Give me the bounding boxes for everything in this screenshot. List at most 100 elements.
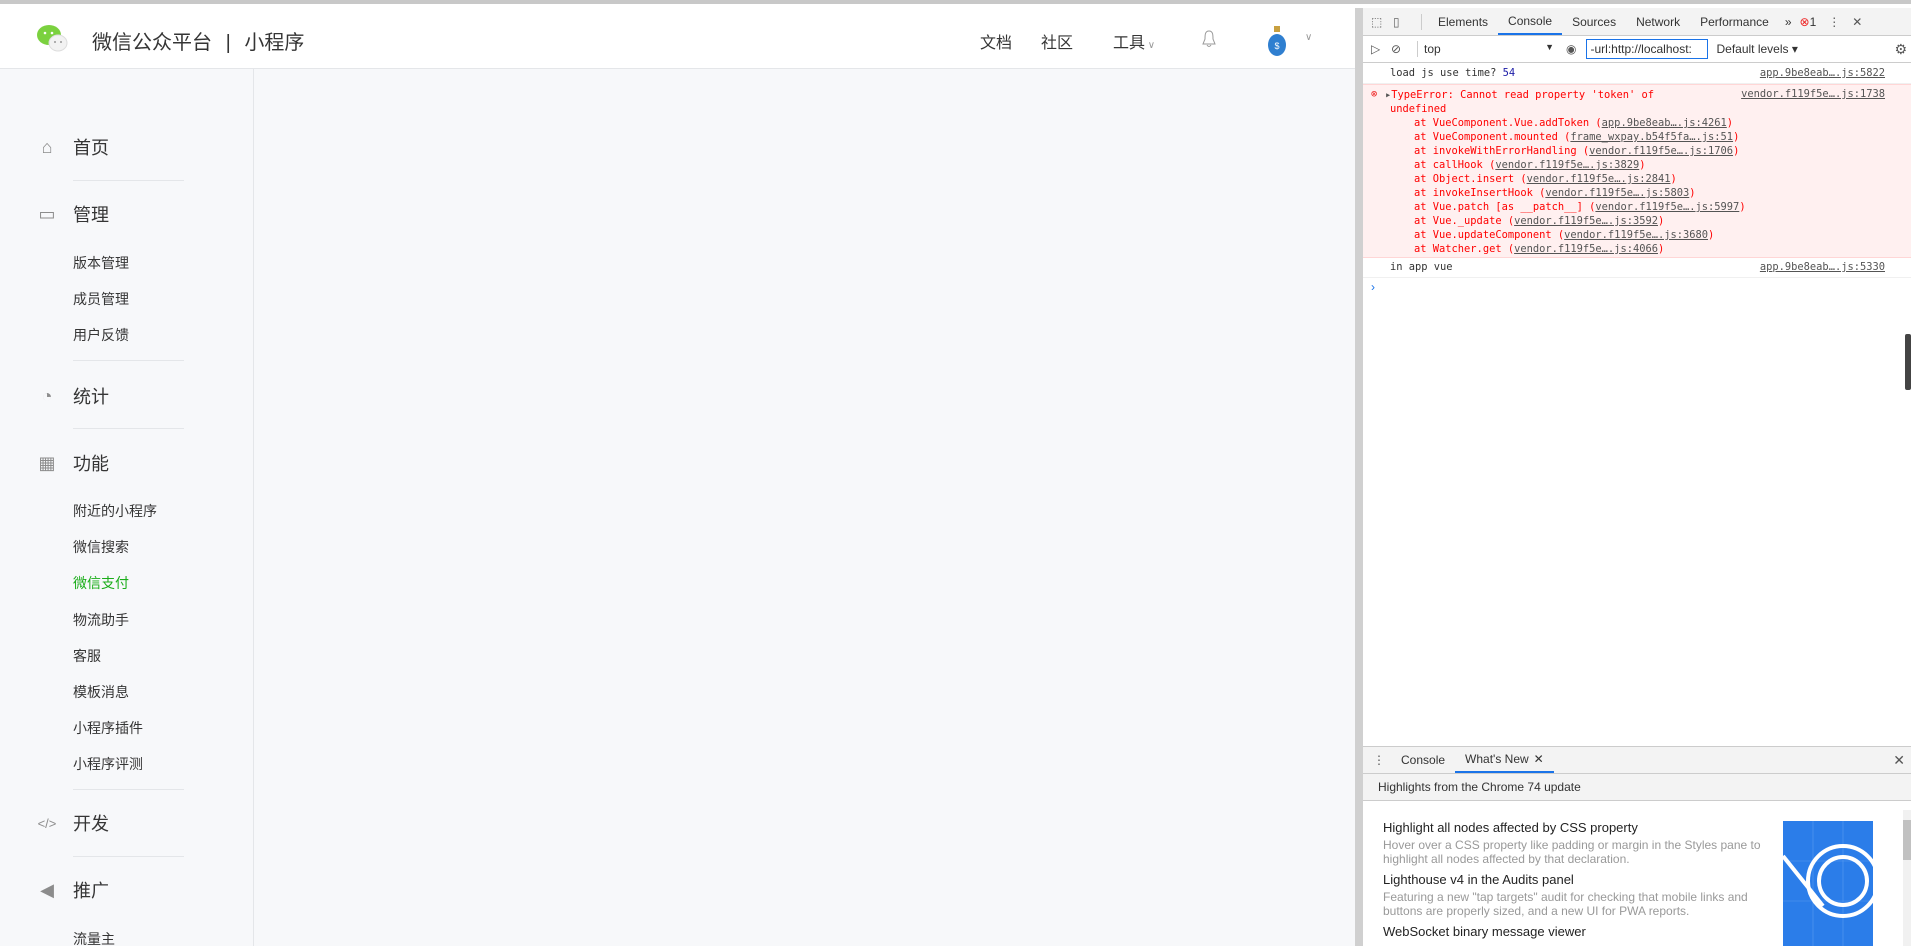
avatar[interactable]: $	[1266, 26, 1288, 56]
code-icon: </>	[37, 815, 57, 831]
pie-chart-icon: ◔	[41, 385, 53, 406]
source-link[interactable]: vendor.f119f5e….js:2841	[1527, 173, 1671, 185]
eye-icon[interactable]: ◉	[1566, 42, 1576, 56]
source-link[interactable]: vendor.f119f5e….js:5997	[1595, 201, 1739, 213]
source-link[interactable]: vendor.f119f5e….js:3680	[1564, 229, 1708, 241]
mp-admin-page: 微信公众平台 | 小程序 文档 社区 工具 ∨ $ ∨ ⌂ 首页 ▭ 管理版本管理成员…	[0, 8, 1363, 949]
clear-console-icon[interactable]: ⊘	[1391, 42, 1411, 56]
sidebar-section-1[interactable]: ▭ 管理	[36, 201, 109, 227]
context-select[interactable]: top ▼	[1424, 42, 1554, 56]
stack-frame: at Vue.updateComponent (vendor.f119f5e….…	[1414, 229, 1715, 241]
error-count-badge[interactable]: ⊗1	[1800, 15, 1817, 29]
page-scrollbar[interactable]	[1355, 8, 1363, 946]
sidebar-item[interactable]: 成员管理	[73, 289, 129, 309]
sidebar-item[interactable]: 微信支付	[73, 573, 129, 593]
nav-tools[interactable]: 工具 ∨	[1113, 29, 1155, 53]
whats-new-desc: Hover over a CSS property like padding o…	[1383, 838, 1761, 866]
whats-new-item[interactable]: Lighthouse v4 in the Audits panel Featuri…	[1383, 872, 1763, 918]
gear-icon[interactable]: ⚙	[1894, 41, 1907, 58]
sidebar-divider	[73, 856, 184, 857]
inspect-element-icon[interactable]: ⬚	[1371, 15, 1393, 29]
devtools-tab-elements[interactable]: Elements	[1428, 8, 1498, 35]
stack-frame: at Object.insert (vendor.f119f5e….js:284…	[1414, 173, 1677, 185]
devtools-tab-network[interactable]: Network	[1626, 8, 1690, 35]
sidebar-item[interactable]: 物流助手	[73, 610, 129, 630]
avatar-chevron-icon[interactable]: ∨	[1305, 32, 1312, 43]
sidebar-section-5[interactable]: ◀ 推广	[36, 877, 109, 903]
source-link[interactable]: vendor.f119f5e….js:1738	[1741, 88, 1885, 100]
source-link[interactable]: vendor.f119f5e….js:3829	[1495, 159, 1639, 171]
close-tab-icon[interactable]: ✕	[1534, 752, 1544, 766]
sidebar-item[interactable]: 版本管理	[73, 253, 129, 273]
console-log-row: load js use time? 54 app.9be8eab….js:582…	[1363, 63, 1911, 84]
kebab-menu-icon[interactable]: ⋮	[1828, 15, 1840, 29]
console-toolbar: ▷ ⊘ top ▼ ◉ -url:http://localhost: Defaul…	[1363, 36, 1911, 63]
source-link[interactable]: vendor.f119f5e….js:1706	[1589, 145, 1733, 157]
close-devtools-icon[interactable]: ✕	[1852, 15, 1862, 29]
drawer-scrollbar[interactable]	[1903, 810, 1911, 946]
console-prompt[interactable]: ›	[1371, 280, 1375, 294]
device-toolbar-icon[interactable]: ▯	[1393, 15, 1415, 29]
sidebar-section-4[interactable]: </> 开发	[36, 810, 109, 836]
sidebar-item[interactable]: 微信搜索	[73, 537, 129, 557]
drawer-tab-whats-new[interactable]: What's New ✕	[1455, 747, 1554, 773]
sidebar-item[interactable]: 模板消息	[73, 682, 129, 702]
filter-input[interactable]: -url:http://localhost:	[1586, 39, 1709, 59]
stack-frame: at invokeWithErrorHandling (vendor.f119f…	[1414, 145, 1740, 157]
sidebar-item[interactable]: 小程序插件	[73, 718, 143, 738]
devtools-tab-performance[interactable]: Performance	[1690, 8, 1779, 35]
console-log-row: in app vue app.9be8eab….js:5330	[1363, 258, 1911, 278]
svg-text:$: $	[1274, 41, 1279, 51]
wechat-logo-icon[interactable]	[36, 23, 70, 55]
stack-frame: at callHook (vendor.f119f5e….js:3829)	[1414, 159, 1646, 171]
sidebar-item[interactable]: 小程序评测	[73, 754, 143, 774]
log-levels-select[interactable]: Default levels ▾	[1716, 42, 1797, 56]
source-link[interactable]: app.9be8eab….js:5822	[1760, 63, 1885, 83]
stack-frame: at VueComponent.Vue.addToken (app.9be8ea…	[1414, 117, 1734, 129]
console-scrollbar[interactable]	[1905, 334, 1911, 390]
source-link[interactable]: vendor.f119f5e….js:5803	[1545, 187, 1689, 199]
whats-new-item[interactable]: Highlight all nodes affected by CSS prop…	[1383, 820, 1763, 866]
sidebar-section-label: 首页	[73, 138, 109, 158]
sidebar-item[interactable]: 流量主	[73, 929, 115, 949]
top-header: 微信公众平台 | 小程序 文档 社区 工具 ∨ $ ∨	[0, 8, 1363, 69]
devtools-tab-sources[interactable]: Sources	[1562, 8, 1626, 35]
whats-new-desc: Featuring a new "tap targets" audit for …	[1383, 890, 1748, 918]
sidebar-section-3[interactable]: ▦ 功能	[36, 450, 109, 476]
drawer-tab-console[interactable]: Console	[1391, 747, 1455, 773]
chrome-74-graphic	[1783, 821, 1873, 946]
sidebar-section-label: 功能	[73, 454, 109, 474]
stack-frame: at invokeInsertHook (vendor.f119f5e….js:…	[1414, 187, 1696, 199]
source-link[interactable]: app.9be8eab….js:5330	[1760, 258, 1885, 277]
sidebar-item[interactable]: 用户反馈	[73, 325, 129, 345]
sidebar-item[interactable]: 客服	[73, 646, 101, 666]
more-tabs-icon[interactable]: »	[1785, 15, 1792, 29]
source-link[interactable]: vendor.f119f5e….js:4066	[1514, 243, 1658, 255]
source-link[interactable]: vendor.f119f5e….js:3592	[1514, 215, 1658, 227]
stack-frame: at Vue._update (vendor.f119f5e….js:3592)	[1414, 215, 1665, 227]
brand-title: 微信公众平台 | 小程序	[92, 32, 305, 54]
whats-new-title: Lighthouse v4 in the Audits panel	[1383, 872, 1574, 887]
sidebar-section-label: 统计	[73, 387, 109, 407]
nav-docs[interactable]: 文档	[980, 29, 1012, 53]
source-link[interactable]: frame_wxpay.b54f5fa….js:51	[1570, 131, 1733, 143]
home-icon: ⌂	[41, 136, 53, 157]
sidebar-section-label: 开发	[73, 814, 109, 834]
stack-frame: at Vue.patch [as __patch__] (vendor.f119…	[1414, 201, 1746, 213]
inbox-icon: ▭	[38, 203, 56, 224]
sidebar-section-2[interactable]: ◔ 统计	[36, 383, 109, 409]
whats-new-item[interactable]: WebSocket binary message viewer	[1383, 924, 1763, 939]
bell-icon[interactable]	[1202, 30, 1216, 48]
sidebar: ⌂ 首页 ▭ 管理版本管理成员管理用户反馈 ◔ 统计 ▦ 功能附近的小程序 微信搜索微信支付物流…	[0, 69, 254, 949]
close-drawer-icon[interactable]: ✕	[1893, 752, 1905, 769]
drawer-menu-icon[interactable]: ⋮	[1373, 753, 1385, 767]
sidebar-toggle-icon[interactable]: ▷	[1371, 42, 1391, 56]
nav-community[interactable]: 社区	[1041, 29, 1073, 53]
devtools-panel: ⬚ ▯ Elements Console Sources Network Perform…	[1363, 8, 1911, 946]
sidebar-section-0[interactable]: ⌂ 首页	[36, 134, 109, 160]
stack-frame: at Watcher.get (vendor.f119f5e….js:4066)	[1414, 243, 1665, 255]
sidebar-divider	[73, 428, 184, 429]
devtools-tab-console[interactable]: Console	[1498, 8, 1563, 35]
sidebar-item[interactable]: 附近的小程序	[73, 501, 157, 521]
source-link[interactable]: app.9be8eab….js:4261	[1602, 117, 1727, 129]
